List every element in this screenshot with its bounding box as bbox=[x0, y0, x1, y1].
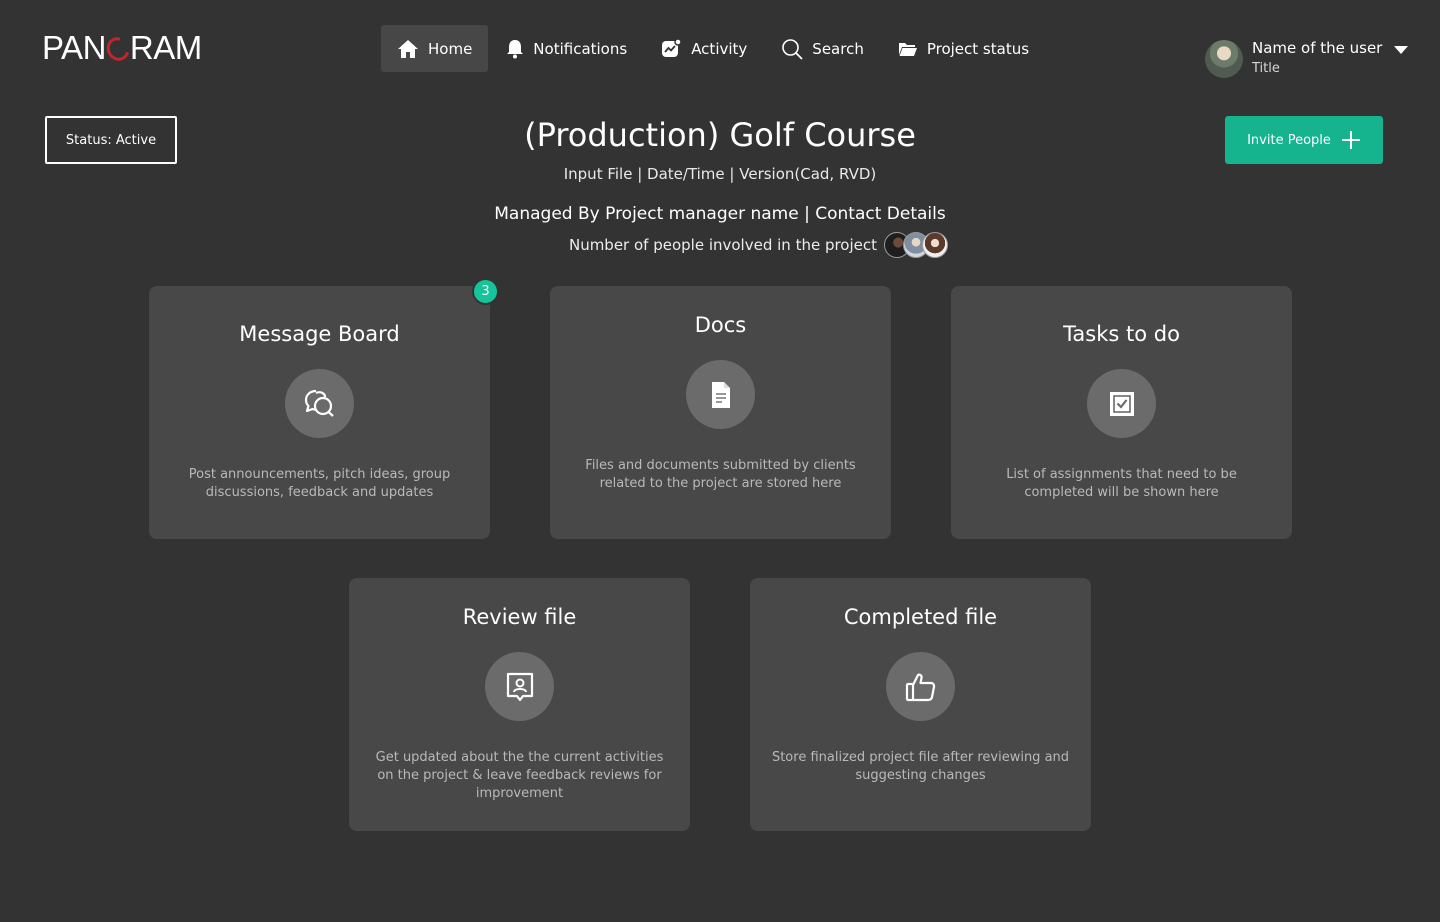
user-name: Name of the user bbox=[1252, 39, 1383, 57]
card-description: Get updated about the the current activi… bbox=[375, 750, 664, 801]
nav-item-search[interactable]: Search bbox=[765, 25, 880, 72]
card-title: Review file bbox=[462, 605, 577, 629]
logo-text-left: PAN bbox=[42, 29, 106, 66]
activity-icon bbox=[662, 38, 682, 57]
search-icon bbox=[782, 38, 803, 60]
card-description: Files and documents submitted by clients… bbox=[585, 458, 856, 491]
user-name-row: Name of the user bbox=[1252, 38, 1409, 58]
logo-text-right: RAM bbox=[129, 29, 202, 66]
people-label: Number of people involved in the project bbox=[568, 236, 878, 254]
card-description: Store finalized project file after revie… bbox=[771, 750, 1070, 783]
nav-home-label: Home bbox=[428, 39, 473, 58]
nav-project-status-label: Project status bbox=[926, 39, 1030, 58]
project-title: (Production) Golf Course bbox=[524, 116, 916, 154]
card-review-file[interactable]: Review file Get updated about the the cu… bbox=[349, 578, 690, 831]
card-completed-file[interactable]: Completed file Store finalized project f… bbox=[750, 578, 1091, 831]
nav-search-label: Search bbox=[812, 39, 864, 58]
card-title: Completed file bbox=[843, 605, 998, 629]
card-tasks[interactable]: Tasks to do List of assignments that nee… bbox=[951, 286, 1292, 539]
user-title: Title bbox=[1252, 61, 1280, 76]
card-title: Message Board bbox=[239, 322, 400, 346]
nav-item-project-status[interactable]: Project status bbox=[882, 25, 1045, 72]
card-title: Tasks to do bbox=[1063, 322, 1180, 346]
card-description: Post announcements, pitch ideas, group d… bbox=[188, 467, 451, 500]
checkbox-icon bbox=[1087, 369, 1156, 438]
people-involved: Number of people involved in the project bbox=[0, 231, 1440, 259]
user-menu[interactable]: Name of the user Title bbox=[1205, 38, 1409, 80]
people-avatars[interactable] bbox=[884, 232, 949, 258]
unread-count-badge: 3 bbox=[472, 278, 499, 305]
nav-item-home[interactable]: Home bbox=[381, 25, 489, 72]
panoram-logo[interactable]: PAN RAM bbox=[42, 29, 202, 66]
thumbs-up-icon bbox=[886, 652, 955, 721]
document-icon bbox=[686, 360, 755, 429]
card-docs[interactable]: Docs Files and documents submitted by cl… bbox=[550, 286, 891, 539]
review-user-icon bbox=[485, 652, 554, 721]
project-meta: Input File | Date/Time | Version(Cad, RV… bbox=[563, 165, 877, 183]
user-avatar[interactable] bbox=[1205, 40, 1243, 78]
project-manager-line: Managed By Project manager name | Contac… bbox=[494, 204, 946, 224]
logo-ring-icon bbox=[102, 33, 134, 65]
main-nav: Home Notifications Activity Search Proje… bbox=[381, 25, 1045, 72]
card-description: List of assignments that need to be comp… bbox=[1006, 467, 1237, 500]
home-icon bbox=[398, 39, 418, 58]
card-message-board[interactable]: Message Board Post announcements, pitch … bbox=[149, 286, 490, 539]
user-info: Name of the user Title bbox=[1252, 38, 1409, 80]
nav-activity-label: Activity bbox=[691, 39, 748, 58]
chevron-down-icon[interactable] bbox=[1394, 45, 1409, 54]
chat-bubbles-icon bbox=[285, 369, 354, 438]
nav-item-activity[interactable]: Activity bbox=[645, 25, 763, 72]
person-avatar[interactable] bbox=[922, 232, 949, 258]
card-title: Docs bbox=[694, 313, 747, 337]
nav-notifications-label: Notifications bbox=[533, 39, 628, 58]
nav-item-notifications[interactable]: Notifications bbox=[490, 25, 643, 72]
folder-icon bbox=[898, 42, 917, 56]
bell-icon bbox=[507, 39, 524, 58]
